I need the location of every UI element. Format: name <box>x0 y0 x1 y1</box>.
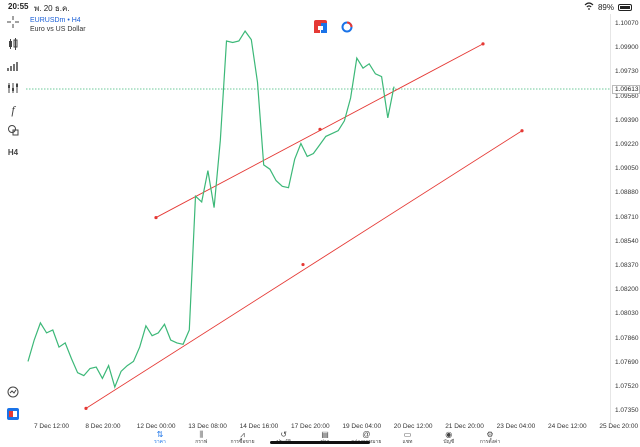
status-time: 20:55 <box>8 2 29 11</box>
status-right: 89% <box>584 2 632 12</box>
wifi-icon <box>584 2 594 12</box>
price-tick-label: 1.07350 <box>615 407 639 415</box>
home-indicator <box>270 441 370 444</box>
price-tick-label: 1.07690 <box>615 358 639 366</box>
mailbox-icon: @ <box>362 430 371 439</box>
nav-item-quotes[interactable]: ⇅ ราคา <box>140 430 180 447</box>
time-tick-label: 14 Dec 16:00 <box>239 423 279 430</box>
timeframe-button[interactable]: H4 <box>5 144 21 160</box>
objects-icon[interactable] <box>5 80 21 96</box>
trend-channel-line <box>85 130 523 409</box>
time-tick-label: 19 Dec 04:00 <box>342 423 382 430</box>
price-tick-label: 1.10070 <box>615 19 639 27</box>
price-tick-label: 1.09560 <box>615 92 639 100</box>
chat-icon: ▭ <box>403 430 412 439</box>
price-tick-label: 1.09730 <box>615 68 639 76</box>
price-tick-label: 1.08710 <box>615 213 639 221</box>
settings-icon: ⚙ <box>486 430 494 439</box>
price-tick-label: 1.08200 <box>615 286 639 294</box>
price-alert-icon[interactable] <box>5 384 21 400</box>
account-icon: ◉ <box>445 430 453 439</box>
price-tick-label: 1.09390 <box>615 116 639 124</box>
nav-item-label: การตั้งค่า <box>479 439 501 445</box>
time-tick-label: 24 Dec 12:00 <box>548 423 587 430</box>
nav-item-settings[interactable]: ⚙ การตั้งค่า <box>470 430 510 447</box>
price-tick-label: 1.09220 <box>615 140 639 148</box>
trend-line-anchor <box>301 262 305 267</box>
trend-line-anchor <box>318 127 322 131</box>
price-axis[interactable]: 1.10070 1.09900 1.09730 1.09560 1.09390 1.092… <box>610 14 640 424</box>
time-tick-label: 25 Dec 20:00 <box>599 423 639 430</box>
price-tick-label: 1.08030 <box>615 310 639 318</box>
time-tick-label: 8 Dec 20:00 <box>85 423 121 430</box>
left-toolbar: f H4 <box>0 14 26 424</box>
time-tick-label: 17 Dec 20:00 <box>291 423 330 430</box>
function-icon[interactable]: f <box>5 102 21 118</box>
history-icon: ↺ <box>280 430 288 439</box>
price-tick-label: 1.07520 <box>615 382 639 390</box>
nav-item-label: แชท <box>402 439 413 445</box>
nav-item-label: การซื้อขาย <box>230 439 255 445</box>
trend-line-anchor <box>84 406 88 410</box>
nav-item-account[interactable]: ◉ บัญชี <box>429 430 469 447</box>
status-bar: 20:55 พ. 20 ธ.ค. 89% <box>0 0 640 14</box>
nav-item-label: ราคา <box>154 439 166 445</box>
shapes-icon[interactable] <box>5 122 21 138</box>
battery-percent: 89% <box>597 2 614 12</box>
nav-item-chat[interactable]: ▭ แชท <box>388 430 428 447</box>
price-tick-label: 1.09900 <box>615 44 639 52</box>
nav-item-trade[interactable]: ⩘ การซื้อขาย <box>223 430 263 447</box>
time-tick-label: 13 Dec 08:00 <box>188 423 227 430</box>
time-tick-label: 7 Dec 12:00 <box>34 423 70 430</box>
time-tick-label: 23 Dec 04:00 <box>496 423 536 430</box>
price-tick-label: 1.08880 <box>615 189 639 197</box>
candlestick-icon[interactable] <box>5 36 21 52</box>
news-icon: ▤ <box>321 430 329 439</box>
battery-icon <box>618 3 632 11</box>
crosshair-icon[interactable] <box>5 14 21 30</box>
chart-svg[interactable] <box>26 14 610 424</box>
indicators-icon[interactable] <box>5 58 21 74</box>
time-tick-label: 12 Dec 00:00 <box>136 423 176 430</box>
trend-line-anchor <box>154 215 158 220</box>
trading-panel-icon[interactable] <box>5 406 21 422</box>
quotes-icon: ⇅ <box>156 430 164 439</box>
trend-line-anchor <box>481 42 485 46</box>
price-tick-label: 1.08370 <box>615 261 639 269</box>
price-tick-label: 1.09050 <box>615 165 639 173</box>
price-series-line <box>27 30 395 389</box>
chart-icon: ⫼ <box>199 430 204 439</box>
time-tick-label: 20 Dec 12:00 <box>393 423 433 430</box>
price-tick-label: 1.07860 <box>615 334 639 342</box>
price-chart[interactable] <box>26 14 640 424</box>
current-price-tag: 1.09613 <box>612 84 640 94</box>
trade-icon: ⩘ <box>240 430 245 439</box>
time-tick-label: 21 Dec 20:00 <box>445 423 484 430</box>
nav-item-chart[interactable]: ⫼ กราฟ <box>181 430 221 447</box>
trend-line-anchor <box>520 129 524 133</box>
nav-item-label: บัญชี <box>443 439 455 445</box>
price-tick-label: 1.08540 <box>615 237 639 245</box>
nav-item-label: กราฟ <box>195 439 208 445</box>
